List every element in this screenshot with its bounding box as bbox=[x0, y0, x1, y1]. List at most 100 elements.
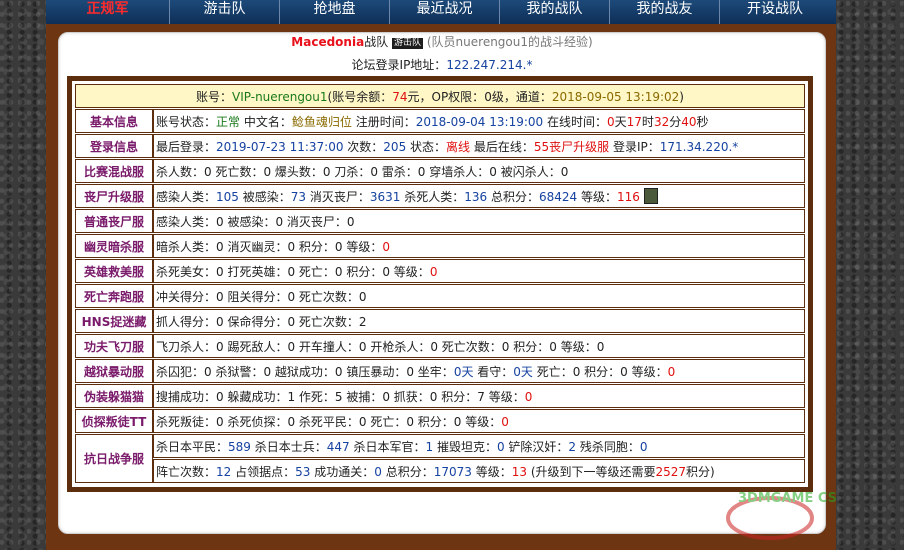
stat-text: 0 bbox=[382, 239, 390, 254]
stat-text: 次数： bbox=[343, 139, 384, 154]
nav-item[interactable]: 正规军 bbox=[46, 0, 170, 24]
nav-item[interactable]: 抢地盘 bbox=[280, 0, 390, 24]
stat-row: 阵亡次数：12 占领据点：53 成功通关：0 总积分：17073 等级：13 (… bbox=[75, 459, 805, 483]
stats-table: 账号：VIP-nuerengou1(账号余额：74元，OP权限：0级，通道：20… bbox=[75, 83, 805, 484]
server-label[interactable]: 普通丧尸服 bbox=[75, 209, 153, 233]
balance-label: (账号余额： bbox=[327, 89, 393, 104]
stat-text: 2 bbox=[568, 439, 577, 454]
stat-text: 2019-07-23 11:37:00 bbox=[216, 139, 344, 154]
stat-text: 分 bbox=[669, 114, 682, 129]
server-label[interactable]: 丧尸升级服 bbox=[75, 184, 153, 208]
stat-text: 铲除汉奸： bbox=[504, 439, 569, 454]
stat-text: 0 bbox=[501, 414, 509, 429]
server-stats: 杀死美女：0 打死英雄：0 死亡：0 积分：0 等级：0 bbox=[153, 259, 805, 283]
stat-text: 抓人得分：0 保命得分：0 死亡次数：2 bbox=[156, 314, 367, 329]
server-stats: 感染人类：0 被感染：0 消灭丧尸：0 bbox=[153, 209, 805, 233]
stat-text: 0天 bbox=[513, 364, 533, 379]
server-stats: 冲关得分：0 阻关得分：0 死亡次数：0 bbox=[153, 284, 805, 308]
stat-text: 暗杀人类：0 消灭幽灵：0 积分：0 等级： bbox=[156, 239, 383, 254]
stat-text: 在线时间： bbox=[543, 114, 607, 129]
stat-text: 杀死人类： bbox=[400, 189, 465, 204]
server-label[interactable]: 侦探叛徒TT bbox=[75, 409, 153, 433]
stat-text: 589 bbox=[228, 439, 251, 454]
stat-text: 杀囚犯：0 杀狱警：0 越狱成功：0 镇压暴动：0 坐牢： bbox=[156, 364, 454, 379]
stat-text: 68424 bbox=[538, 189, 578, 204]
stat-row: 侦探叛徒TT 杀死叛徒：0 杀死侦探：0 杀死平民：0 死亡：0 积分：0 等级：… bbox=[75, 409, 805, 433]
stat-text: 1 bbox=[425, 439, 434, 454]
stat-text: 积分) bbox=[686, 464, 715, 479]
server-label[interactable]: 登录信息 bbox=[75, 134, 153, 158]
server-label[interactable]: 抗日战争服 bbox=[75, 434, 153, 483]
op-label: 元，OP权限： bbox=[407, 89, 485, 104]
stat-row: 英雄救美服 杀死美女：0 打死英雄：0 死亡：0 积分：0 等级：0 bbox=[75, 259, 805, 283]
server-label[interactable]: 幽灵暗杀服 bbox=[75, 234, 153, 258]
stat-text: 时 bbox=[641, 114, 654, 129]
stats-frame: 账号：VIP-nuerengou1(账号余额：74元，OP权限：0级，通道：20… bbox=[67, 76, 813, 492]
stat-text: 飞刀杀人：0 踢死敌人：0 开车撞人：0 开枪杀人：0 死亡次数：0 积分：0 … bbox=[156, 339, 605, 354]
stat-text: 等级： bbox=[577, 189, 617, 204]
server-stats: 杀日本平民：589 杀日本士兵：447 杀日本军官：1 摧毁坦克：0 铲除汉奸：… bbox=[153, 434, 805, 458]
ip-label: 论坛登录IP地址： bbox=[351, 58, 447, 72]
team-type-tag: 游击队 bbox=[392, 38, 424, 49]
nav-item[interactable]: 游击队 bbox=[170, 0, 280, 24]
rank-badge-icon bbox=[643, 187, 658, 204]
stat-text: 看守： bbox=[473, 364, 514, 379]
server-stats: 飞刀杀人：0 踢死敌人：0 开车撞人：0 开枪杀人：0 死亡次数：0 积分：0 … bbox=[153, 334, 805, 358]
stat-row: 比赛混战服 杀人数：0 死亡数：0 爆头数：0 刀杀：0 雷杀：0 穿墙杀人：0 … bbox=[75, 159, 805, 183]
stat-text: 消灭丧尸： bbox=[306, 189, 370, 204]
server-label[interactable]: 越狱暴动服 bbox=[75, 359, 153, 383]
stat-text: 残杀同胞： bbox=[576, 439, 640, 454]
nav-item[interactable]: 我的战友 bbox=[610, 0, 720, 24]
stat-row: 伪装躲猫猫 搜捕成功：0 躲藏成功：1 作死：5 被捕：0 抓获：0 积分：7 等… bbox=[75, 384, 805, 408]
stat-row: 功夫飞刀服 飞刀杀人：0 踢死敌人：0 开车撞人：0 开枪杀人：0 死亡次数：0 … bbox=[75, 334, 805, 358]
stat-text: 离线 bbox=[446, 139, 471, 154]
stat-text: 成功通关： bbox=[310, 464, 375, 479]
server-label[interactable]: 死亡奔跑服 bbox=[75, 284, 153, 308]
stat-text: (升级到下一等级还需要 bbox=[527, 464, 656, 479]
stat-text: 205 bbox=[383, 139, 407, 154]
stat-text: 等级： bbox=[471, 464, 512, 479]
stat-text: 17073 bbox=[433, 464, 472, 479]
stat-text: 杀日本平民： bbox=[156, 439, 229, 454]
stat-row: 登录信息 最后登录：2019-07-23 11:37:00 次数：205 状态：离… bbox=[75, 134, 805, 158]
server-stats: 杀人数：0 死亡数：0 爆头数：0 刀杀：0 雷杀：0 穿墙杀人：0 被闪杀人：… bbox=[153, 159, 805, 183]
server-stats: 感染人类：105 被感染：73 消灭丧尸：3631 杀死人类：136 总积分：6… bbox=[153, 184, 805, 208]
nav-item[interactable]: 最近战况 bbox=[390, 0, 500, 24]
stat-text: 秒 bbox=[696, 114, 709, 129]
balance-value: 74 bbox=[392, 89, 408, 104]
server-label[interactable]: 比赛混战服 bbox=[75, 159, 153, 183]
stat-text: 死亡：0 积分：0 等级： bbox=[532, 364, 668, 379]
stat-text: 0 bbox=[639, 439, 648, 454]
stat-text: 感染人类： bbox=[156, 189, 217, 204]
server-stats: 搜捕成功：0 躲藏成功：1 作死：5 被捕：0 抓获：0 积分：7 等级：0 bbox=[153, 384, 805, 408]
stat-text: 账号状态： bbox=[156, 114, 217, 129]
stat-text: 0 bbox=[374, 464, 382, 479]
server-label[interactable]: 英雄救美服 bbox=[75, 259, 153, 283]
account-label: 账号： bbox=[196, 89, 233, 104]
account-close: ) bbox=[679, 89, 684, 104]
stat-text: 13 bbox=[511, 464, 527, 479]
stat-text: 17 bbox=[626, 114, 642, 129]
server-label[interactable]: 功夫飞刀服 bbox=[75, 334, 153, 358]
server-label[interactable]: 伪装躲猫猫 bbox=[75, 384, 153, 408]
team-suffix: 战队 bbox=[364, 35, 389, 49]
team-name[interactable]: Macedonia bbox=[291, 35, 364, 49]
channel-label: 级，通道： bbox=[491, 89, 552, 104]
stat-text: 中文名： bbox=[240, 114, 292, 129]
nav-item[interactable]: 开设战队 bbox=[720, 0, 830, 24]
server-label[interactable]: 基本信息 bbox=[75, 109, 153, 133]
stat-text: 55丧尸升级服 bbox=[533, 139, 610, 154]
server-stats: 账号状态：正常 中文名：鲶鱼魂归位 注册时间：2018-09-04 13:19:… bbox=[153, 109, 805, 133]
server-label[interactable]: HNS捉迷藏 bbox=[75, 309, 153, 333]
panel-title: Macedonia战队 游击队 (队员nuerengou1的战斗经验) bbox=[59, 34, 825, 50]
stat-text: 73 bbox=[290, 189, 307, 204]
server-stats: 抓人得分：0 保命得分：0 死亡次数：2 bbox=[153, 309, 805, 333]
stat-row: 抗日战争服 杀日本平民：589 杀日本士兵：447 杀日本军官：1 摧毁坦克：0 … bbox=[75, 434, 805, 483]
nav-item[interactable]: 我的战队 bbox=[500, 0, 610, 24]
watermark-logo: 3DMGAME CS bbox=[726, 491, 837, 540]
stat-row: 基本信息 账号状态：正常 中文名：鲶鱼魂归位 注册时间：2018-09-04 13… bbox=[75, 109, 805, 133]
account-cell: 账号：VIP-nuerengou1(账号余额：74元，OP权限：0级，通道：20… bbox=[75, 84, 805, 108]
server-stats: 暗杀人类：0 消灭幽灵：0 积分：0 等级：0 bbox=[153, 234, 805, 258]
stat-row: 普通丧尸服 感染人类：0 被感染：0 消灭丧尸：0 bbox=[75, 209, 805, 233]
account-row: 账号：VIP-nuerengou1(账号余额：74元，OP权限：0级，通道：20… bbox=[75, 84, 805, 108]
